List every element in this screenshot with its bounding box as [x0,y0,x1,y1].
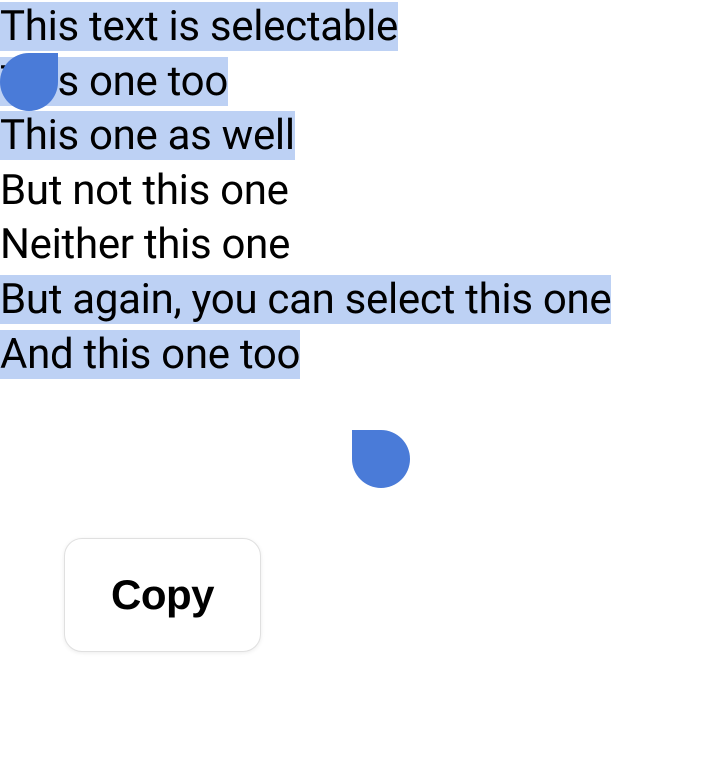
copy-button[interactable]: Copy [111,571,214,619]
selection-handle-start-icon[interactable] [0,53,58,111]
text-line-1[interactable]: This text is selectable [0,2,398,51]
selection-handle-end-icon[interactable] [352,430,410,488]
context-menu: Copy [64,538,261,652]
text-container: This text is selectable This one too Thi… [0,0,724,382]
text-line-3[interactable]: This one as well [0,111,295,160]
text-line-4: But not this one [0,166,289,215]
text-line-7[interactable]: And this one too [0,330,300,379]
text-line-5: Neither this one [0,220,290,269]
text-line-6[interactable]: But again, you can select this one [0,275,611,324]
